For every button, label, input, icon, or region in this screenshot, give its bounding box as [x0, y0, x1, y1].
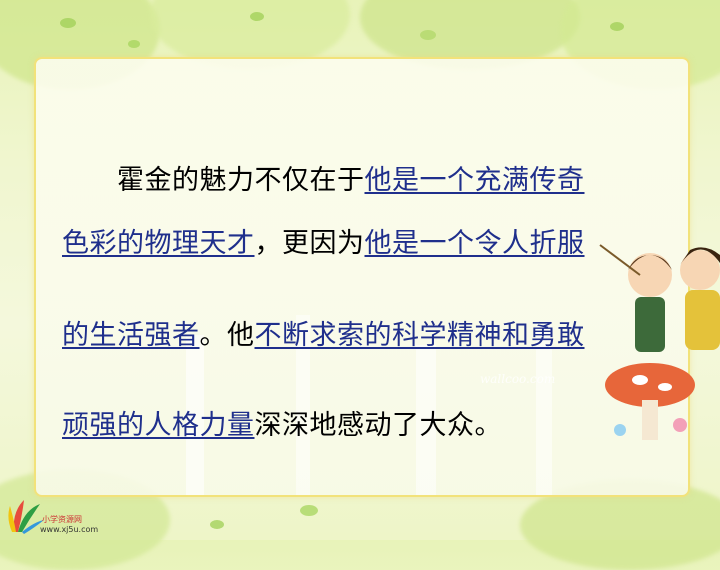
text-segment: 。他	[199, 320, 255, 351]
underlined-text-segment: 不断求索的科学精神和勇敢	[254, 320, 585, 351]
children-illustration	[599, 244, 720, 440]
underlined-text-segment: 他是一个令人折服	[364, 228, 585, 259]
text-segment: 霍金的魅力不仅在于	[62, 165, 365, 196]
underlined-text-segment: 他是一个充满传奇	[364, 165, 585, 196]
underlined-text-segment: 顽强的人格力量	[62, 410, 255, 441]
underlined-text-segment: 色彩的物理天才	[62, 228, 255, 259]
logo-url[interactable]: www.xj5u.com	[40, 525, 98, 534]
text-segment: ，更因为	[254, 228, 365, 259]
underlined-text-segment: 的生活强者	[62, 320, 200, 351]
logo-name: 小学资源网	[42, 515, 82, 524]
paragraph-line-1: 霍金的魅力不仅在于他是一个充满传奇	[62, 166, 672, 196]
watermark-text: wallcoo.com	[480, 372, 556, 386]
text-segment: 深深地感动了大众。	[254, 410, 502, 441]
